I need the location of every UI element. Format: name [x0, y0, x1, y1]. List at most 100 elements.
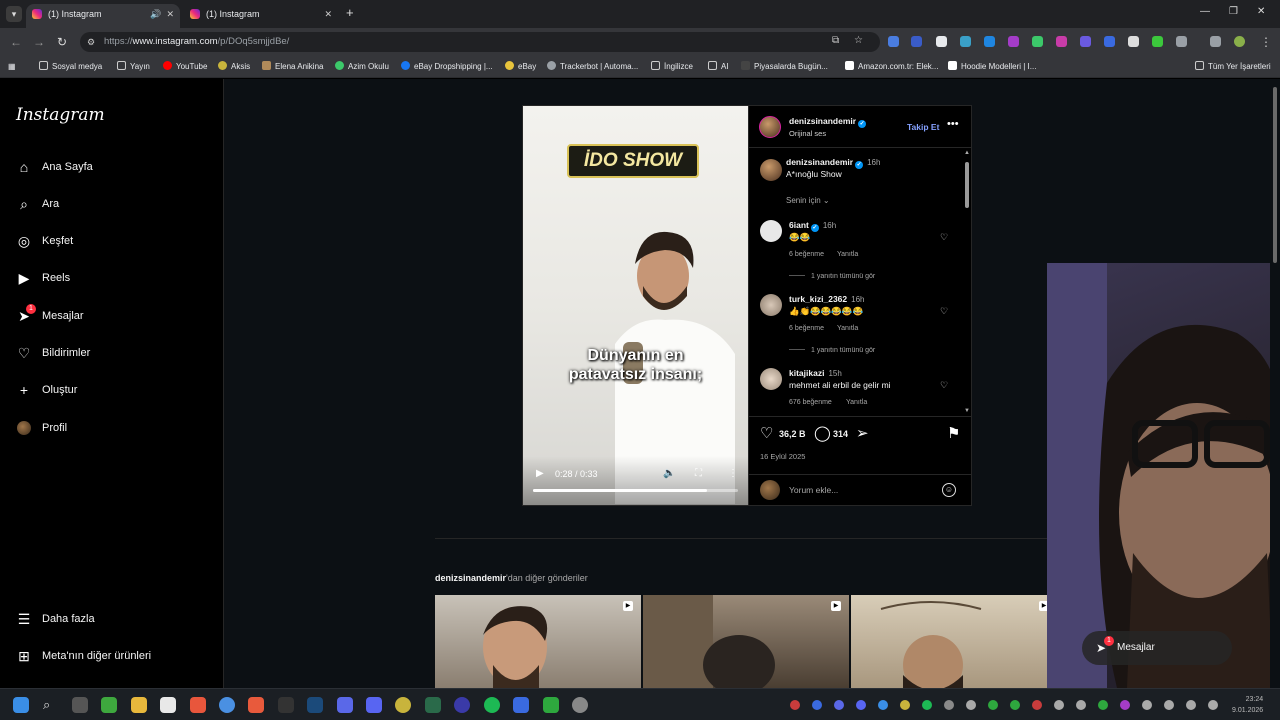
nav-profile[interactable]: Profil: [16, 416, 216, 440]
comment-likes[interactable]: 6 beğenme: [789, 251, 824, 258]
tray-icon[interactable]: [812, 700, 822, 710]
reel-video[interactable]: İDO SHOW Dünyanın en patavatsız insanı; …: [523, 106, 748, 505]
caption-avatar[interactable]: [760, 159, 782, 181]
view-replies-link[interactable]: 1 yanıtın tümünü gör: [789, 347, 875, 354]
more-options-icon[interactable]: •••: [947, 118, 959, 130]
taskbar-app-icon[interactable]: [454, 697, 470, 713]
taskbar-app-icon[interactable]: [248, 697, 264, 713]
scroll-up-icon[interactable]: ▲: [964, 150, 970, 156]
comment-avatar[interactable]: [760, 220, 782, 242]
bookmark-folder-ai[interactable]: AI: [708, 61, 729, 73]
taskbar-app-icon[interactable]: [572, 697, 588, 713]
extension-icon[interactable]: [1032, 36, 1043, 47]
author-username[interactable]: denizsinandemir ✓: [789, 116, 867, 128]
extension-icon[interactable]: [1152, 36, 1163, 47]
bookmark-ebay[interactable]: eBay: [505, 61, 536, 73]
bookmark-folder-all[interactable]: Tüm Yer İşaretleri: [1195, 61, 1271, 73]
store-icon[interactable]: [160, 697, 176, 713]
tray-icon[interactable]: [834, 700, 844, 710]
bookmark-elena-anikina[interactable]: Elena Anikina: [262, 61, 323, 73]
steam-icon[interactable]: [307, 697, 323, 713]
tray-icon[interactable]: [790, 700, 800, 710]
bookmark-aksis[interactable]: Aksis: [218, 61, 250, 73]
tray-icon[interactable]: [1120, 700, 1130, 710]
install-app-icon[interactable]: ⧉: [832, 35, 839, 46]
save-bookmark-icon[interactable]: ⚑: [947, 426, 960, 442]
taskbar-app-icon[interactable]: [72, 697, 88, 713]
epic-games-icon[interactable]: [278, 697, 294, 713]
post-thumbnail[interactable]: ▶: [643, 595, 849, 688]
bookmark-folder-ingilizce[interactable]: İngilizce: [651, 61, 693, 73]
tray-icon[interactable]: [1164, 700, 1174, 710]
reply-button[interactable]: Yanıtla: [837, 325, 858, 332]
bookmark-azim-okulu[interactable]: Azim Okulu: [335, 61, 389, 73]
like-comment-heart-icon[interactable]: ♡: [940, 232, 948, 243]
audio-label[interactable]: Orijinal ses: [789, 129, 826, 139]
tab-search-icon[interactable]: ▾: [6, 6, 22, 22]
extension-icon[interactable]: [1080, 36, 1091, 47]
volume-icon[interactable]: [1208, 700, 1218, 710]
comment-username[interactable]: kitajikazi 15h: [789, 368, 842, 379]
taskbar-app-icon[interactable]: [543, 697, 559, 713]
reload-icon[interactable]: ↻: [57, 35, 67, 49]
tray-icon[interactable]: [922, 700, 932, 710]
post-thumbnail[interactable]: ▶: [435, 595, 641, 688]
network-icon[interactable]: [1186, 700, 1196, 710]
scrollbar-thumb[interactable]: [965, 162, 969, 208]
comment-username[interactable]: turk_kizi_2362 16h: [789, 294, 864, 305]
view-replies-link[interactable]: 1 yanıtın tümünü gör: [789, 273, 875, 280]
comments-scrollbar[interactable]: ▲ ▼: [963, 150, 971, 416]
taskbar-app-icon[interactable]: [513, 697, 529, 713]
extension-icon[interactable]: [1104, 36, 1115, 47]
volume-icon[interactable]: 🔈: [663, 468, 675, 479]
fullscreen-icon[interactable]: ⛶: [695, 468, 702, 479]
file-explorer-icon[interactable]: [131, 697, 147, 713]
reply-button[interactable]: Yanıtla: [837, 251, 858, 258]
tray-icon[interactable]: [966, 700, 976, 710]
bookmark-piyasalarda-bugun[interactable]: Piyasalarda Bugün...: [741, 61, 828, 73]
nav-home[interactable]: ⌂ Ana Sayfa: [16, 155, 216, 179]
extension-icon[interactable]: [911, 36, 922, 47]
comment-likes[interactable]: 6 beğenme: [789, 325, 824, 332]
taskbar-app-icon[interactable]: [395, 697, 411, 713]
follow-button[interactable]: Takip Et: [907, 122, 939, 132]
post-thumbnail[interactable]: ▶: [851, 595, 1057, 688]
share-icon[interactable]: ➢: [856, 426, 869, 442]
restore-icon[interactable]: ❐: [1229, 6, 1238, 17]
like-count[interactable]: 36,2 B: [779, 429, 806, 439]
tray-icon[interactable]: [988, 700, 998, 710]
taskbar-clock[interactable]: 23:24 9.01.2026: [1232, 694, 1263, 716]
nav-meta-products[interactable]: ⊞ Meta'nın diğer ürünleri: [16, 644, 216, 668]
bookmark-hoodie-modelleri[interactable]: Hoodie Modelleri | I...: [948, 61, 1036, 73]
new-tab-button[interactable]: +: [346, 6, 354, 20]
nav-create[interactable]: + Oluştur: [16, 378, 216, 402]
reading-list-icon[interactable]: [1210, 36, 1221, 47]
caption-username[interactable]: denizsinandemir ✓ 16h: [786, 157, 880, 169]
bookmark-folder-yayin[interactable]: Yayın: [117, 61, 150, 73]
comment-sort-dropdown[interactable]: Senin için ⌄: [786, 196, 830, 205]
tab-instagram-1[interactable]: (1) Instagram 🔊 ✕: [26, 4, 180, 28]
tray-icon[interactable]: [1098, 700, 1108, 710]
spotify-icon[interactable]: [484, 697, 500, 713]
extension-icon[interactable]: [960, 36, 971, 47]
nav-more[interactable]: ☰ Daha fazla: [16, 607, 216, 631]
tray-icon[interactable]: [1076, 700, 1086, 710]
brave-browser-icon[interactable]: [190, 697, 206, 713]
bookmark-folder-sosyal-medya[interactable]: Sosyal medya: [39, 61, 102, 73]
discord-icon[interactable]: [366, 697, 382, 713]
emoji-icon[interactable]: ☺: [942, 483, 956, 497]
extension-icon[interactable]: [1128, 36, 1139, 47]
comment-avatar[interactable]: [760, 368, 782, 390]
like-comment-heart-icon[interactable]: ♡: [940, 306, 948, 317]
like-heart-icon[interactable]: ♡: [760, 426, 773, 442]
video-more-icon[interactable]: ⋮: [728, 468, 738, 479]
extension-icon[interactable]: [984, 36, 995, 47]
like-comment-heart-icon[interactable]: ♡: [940, 380, 948, 391]
taskbar-app-icon[interactable]: [425, 697, 441, 713]
back-icon[interactable]: ←: [10, 35, 22, 49]
comment-avatar[interactable]: [760, 294, 782, 316]
scroll-down-icon[interactable]: ▼: [964, 408, 970, 414]
tray-icon[interactable]: [1010, 700, 1020, 710]
profile-avatar-icon[interactable]: [1234, 36, 1245, 47]
bookmark-youtube[interactable]: YouTube: [163, 61, 207, 73]
